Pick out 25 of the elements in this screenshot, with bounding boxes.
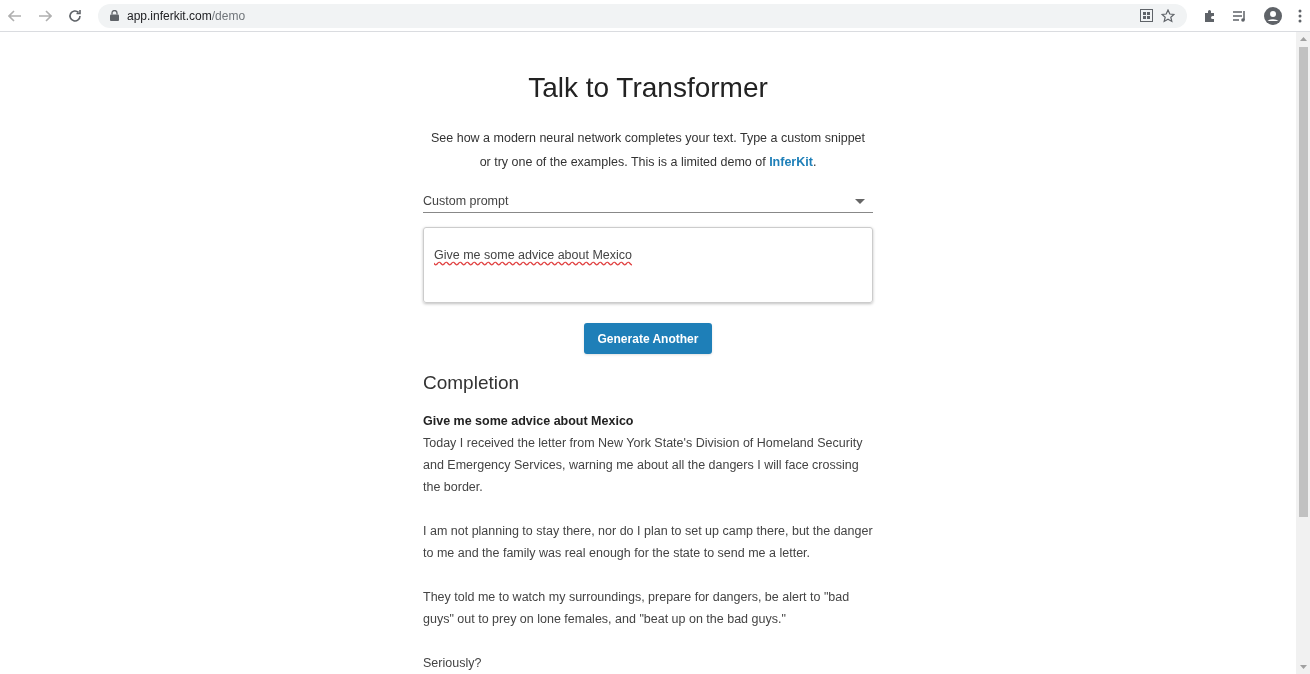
prompt-input[interactable]: Give me some advice about Mexico [423,227,873,303]
url-text: app.inferkit.com/demo [127,7,246,25]
generate-button[interactable]: Generate Another [583,323,713,354]
scroll-thumb[interactable] [1298,47,1308,517]
caret-icon [855,198,865,204]
address-bar[interactable]: app.inferkit.com/demo [98,3,1187,28]
prompt-text: Give me some advice about Mexico [423,413,635,430]
completion-paragraph: Today I received the letter from New York State's Division of Homeland Security and Emergency Services, warning me about all the dangers I will face crossing the border. [423,435,864,496]
puzzle-piece-icon[interactable] [1203,8,1217,23]
description-text: See how a modern neural network completes your text. Type a custom snippet or try one of the examples. This is a limited demo of InferKit. [430,130,866,171]
reload-icon[interactable] [68,8,82,23]
playlist-icon[interactable] [1233,9,1248,22]
lock-icon [110,10,119,21]
completion-heading: Completion [423,371,521,395]
qr-code-icon[interactable] [1140,9,1153,22]
profile-icon[interactable] [1264,6,1282,25]
star-icon[interactable] [1161,8,1175,23]
completion-paragraph: Seriously? [423,655,483,672]
completion-paragraph: I am not planning to stay there, nor do I plan to set up camp there, but the danger to me and the family was real enough for the state to send me a letter. [423,523,873,562]
menu-icon[interactable] [1298,8,1302,23]
inferkit-link[interactable]: InferKit [769,155,813,169]
page-title: Talk to Transformer [527,71,769,105]
prompt-dropdown[interactable]: Custom prompt [423,190,873,214]
completion-paragraph: They told me to watch my surroundings, prepare for dangers, be alert to "bad guys" out to prey on lone females, and "beat up on the bad guys." [423,589,851,628]
scrollbar[interactable] [1296,32,1310,674]
